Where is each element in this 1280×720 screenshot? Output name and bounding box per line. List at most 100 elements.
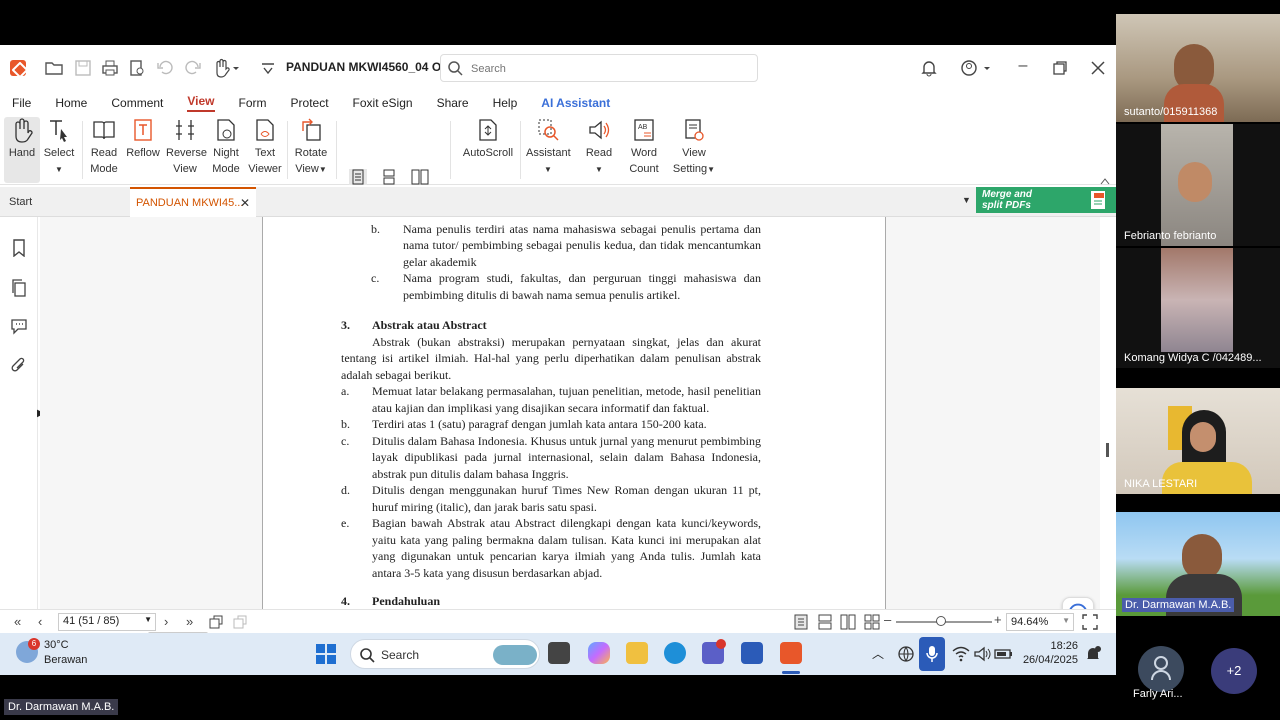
read-aloud-button[interactable]: Read ▼ xyxy=(582,117,616,178)
word-count-button[interactable]: AB Word Count xyxy=(626,117,662,177)
night-mode-button[interactable]: Night Mode xyxy=(210,117,242,177)
close-tab-icon[interactable]: ✕ xyxy=(240,196,250,210)
open-folder-icon[interactable] xyxy=(44,59,64,77)
menu-home[interactable]: Home xyxy=(55,96,87,110)
read-mode-button[interactable]: Read Mode xyxy=(88,117,120,177)
restore-button[interactable] xyxy=(1052,60,1068,76)
assistant-button[interactable]: Assistant ▼ xyxy=(526,117,571,178)
zoom-out-icon[interactable]: – xyxy=(884,612,891,627)
minimize-button[interactable]: – xyxy=(1012,57,1034,75)
tab-document[interactable]: PANDUAN MKWI45... ✕ xyxy=(130,187,256,218)
menu-file[interactable]: File xyxy=(12,96,31,110)
attachment-icon[interactable] xyxy=(10,357,28,375)
continuous-page-icon[interactable] xyxy=(380,169,398,185)
zoom-in-icon[interactable]: + xyxy=(994,612,1002,627)
facing-view-icon[interactable] xyxy=(840,614,856,630)
hand-tool-button[interactable]: Hand xyxy=(4,117,40,183)
foxit-reader-icon[interactable] xyxy=(780,642,802,664)
windows-start-icon[interactable] xyxy=(315,643,337,665)
taskbar-app-icon[interactable] xyxy=(548,642,570,664)
line-text: adalah sebagai berikut. xyxy=(341,368,452,382)
last-page-icon[interactable]: » xyxy=(186,614,193,629)
menu-help[interactable]: Help xyxy=(493,96,518,110)
scrollbar-thumb[interactable] xyxy=(1106,443,1109,457)
pages-icon[interactable] xyxy=(10,279,28,297)
zoom-slider-knob[interactable] xyxy=(936,616,946,626)
battery-icon[interactable] xyxy=(994,645,1014,663)
text-viewer-button[interactable]: Text Viewer xyxy=(248,117,282,177)
notification-center-icon[interactable] xyxy=(1084,645,1102,663)
microphone-active-icon[interactable] xyxy=(919,637,945,671)
participant-video-tile[interactable]: Febrianto febrianto xyxy=(1116,124,1280,246)
participant-video-tile[interactable]: sutanto/015911368 xyxy=(1116,14,1280,122)
line-text: Pendahuluan xyxy=(372,594,441,608)
view-setting-button[interactable]: View Setting▼ xyxy=(672,117,716,178)
wifi-icon[interactable] xyxy=(952,645,970,663)
account-icon[interactable] xyxy=(960,59,990,77)
zoom-level-field[interactable]: 94.64% ▼ xyxy=(1006,613,1074,631)
select-tool-button[interactable]: Select ▼ xyxy=(42,117,76,178)
tab-list-chevron-icon[interactable]: ▼ xyxy=(962,195,971,205)
facing-page-icon[interactable] xyxy=(411,169,429,185)
continuous-facing-view-icon[interactable] xyxy=(864,614,880,630)
page-number-field[interactable]: 41 (51 / 85) ▼ xyxy=(58,613,156,631)
document-viewport[interactable]: b. Nama penulis terdiri atas nama mahasis… xyxy=(40,217,1100,609)
comment-icon[interactable] xyxy=(10,317,28,335)
close-window-button[interactable] xyxy=(1090,60,1106,76)
participant-video-tile[interactable]: Komang Widya C /042489... xyxy=(1116,248,1280,368)
single-page-icon[interactable] xyxy=(349,169,367,185)
file-explorer-icon[interactable] xyxy=(626,642,648,664)
menu-protect[interactable]: Protect xyxy=(291,96,329,110)
print-preview-icon[interactable] xyxy=(128,59,146,77)
weather-temperature[interactable]: 30°C xyxy=(44,639,69,651)
previous-page-icon[interactable]: ‹ xyxy=(38,614,42,629)
autoscroll-button[interactable]: AutoScroll xyxy=(460,117,516,161)
single-page-view-icon[interactable] xyxy=(793,614,809,630)
hand-tool-dropdown-icon[interactable] xyxy=(212,58,240,78)
vertical-scrollbar[interactable] xyxy=(1100,217,1116,609)
customize-toolbar-icon[interactable] xyxy=(260,59,276,77)
next-view-icon[interactable] xyxy=(232,614,248,630)
more-participants-button[interactable]: +2 xyxy=(1211,648,1257,694)
vpn-network-icon[interactable] xyxy=(897,645,915,663)
volume-icon[interactable] xyxy=(973,645,991,663)
collapse-ribbon-icon[interactable] xyxy=(1100,177,1110,185)
save-icon[interactable] xyxy=(74,59,92,77)
taskbar-search-box[interactable]: Search xyxy=(350,639,540,669)
fullscreen-icon[interactable] xyxy=(1082,614,1098,630)
page-dropdown-icon[interactable]: ▼ xyxy=(144,615,152,624)
rotate-view-button[interactable]: Rotate View▼ xyxy=(292,117,330,178)
reverse-view-button[interactable]: Reverse View xyxy=(166,117,207,177)
notification-bell-icon[interactable] xyxy=(920,59,938,77)
undo-icon[interactable] xyxy=(156,59,174,77)
menu-foxit-esign[interactable]: Foxit eSign xyxy=(353,96,413,110)
previous-view-icon[interactable] xyxy=(208,614,224,630)
line-text: tentang isi artikel ilmiah. Hal-hal yang… xyxy=(341,351,761,365)
weather-condition[interactable]: Berawan xyxy=(44,654,87,666)
copilot-icon[interactable] xyxy=(588,642,610,664)
taskbar-clock[interactable]: 18:26 26/04/2025 xyxy=(1018,639,1078,667)
reflow-button[interactable]: Reflow xyxy=(126,117,160,161)
search-box[interactable] xyxy=(440,54,758,82)
first-page-icon[interactable]: « xyxy=(14,614,21,629)
menu-comment[interactable]: Comment xyxy=(111,96,163,110)
menu-view[interactable]: View xyxy=(187,94,215,112)
zoom-dropdown-icon[interactable]: ▼ xyxy=(1062,616,1070,625)
bookmark-icon[interactable] xyxy=(10,239,28,257)
search-input[interactable] xyxy=(471,59,751,79)
participant-video-tile[interactable]: NIKA LESTARI xyxy=(1116,388,1280,494)
menu-ai-assistant[interactable]: AI Assistant xyxy=(541,96,610,110)
show-hidden-icons-chevron[interactable]: ︿ xyxy=(872,645,884,662)
continuous-view-icon[interactable] xyxy=(817,614,833,630)
menu-share[interactable]: Share xyxy=(437,96,469,110)
word-icon[interactable] xyxy=(741,642,763,664)
redo-icon[interactable] xyxy=(184,59,202,77)
print-icon[interactable] xyxy=(101,59,119,77)
next-page-icon[interactable]: › xyxy=(164,614,168,629)
merge-split-promo-banner[interactable]: Merge and split PDFs xyxy=(976,187,1116,213)
edge-browser-icon[interactable] xyxy=(664,642,686,664)
menu-form[interactable]: Form xyxy=(239,96,267,110)
participant-avatar-icon[interactable] xyxy=(1138,646,1184,692)
participant-video-tile-active-speaker[interactable]: Dr. Darmawan M.A.B. xyxy=(1116,512,1280,616)
tab-start[interactable]: Start xyxy=(0,187,128,217)
